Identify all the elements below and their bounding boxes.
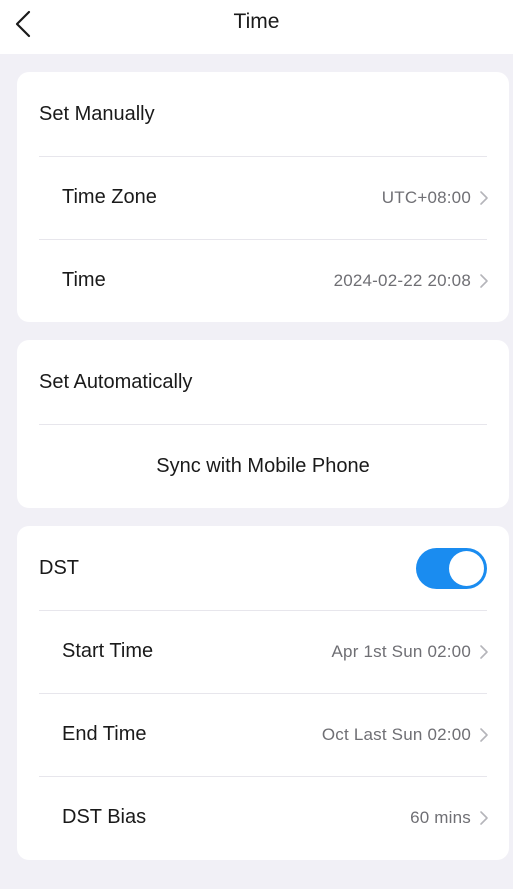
toggle-knob [449,551,484,586]
end-time-label: End Time [62,723,147,745]
page-title: Time [233,10,280,33]
time-zone-row[interactable]: Time Zone UTC+08:00 [17,156,509,239]
time-label: Time [62,269,106,291]
start-time-value: Apr 1st Sun 02:00 [331,641,471,661]
end-time-row[interactable]: End Time Oct Last Sun 02:00 [17,693,509,776]
dst-bias-value: 60 mins [410,807,471,827]
chevron-right-icon [479,644,489,660]
dst-header: DST [17,526,509,610]
chevron-right-icon [479,810,489,826]
time-row[interactable]: Time 2024-02-22 20:08 [17,239,509,322]
divider [39,424,487,425]
chevron-right-icon [479,190,489,206]
sync-with-mobile-phone-button[interactable]: Sync with Mobile Phone [17,424,509,508]
time-zone-value: UTC+08:00 [381,187,471,207]
set-manually-card: Set Manually Time Zone UTC+08:00 Time 20… [17,72,509,322]
dst-bias-label: DST Bias [62,806,147,828]
dst-card: DST Start Time Apr 1st Sun 02:00 End Tim… [17,526,509,860]
time-value: 2024-02-22 20:08 [333,270,471,290]
set-automatically-card: Set Automatically Sync with Mobile Phone [17,340,509,508]
start-time-label: Start Time [62,640,154,662]
time-zone-label: Time Zone [62,186,157,208]
chevron-right-icon [479,273,489,289]
set-automatically-header: Set Automatically [39,370,193,393]
set-manually-header: Set Manually [39,102,155,125]
chevron-right-icon [479,727,489,743]
dst-toggle[interactable] [416,548,487,589]
start-time-row[interactable]: Start Time Apr 1st Sun 02:00 [17,610,509,693]
dst-bias-row[interactable]: DST Bias 60 mins [17,776,509,859]
dst-label: DST [39,556,79,579]
top-bar: Time [0,0,513,54]
end-time-value: Oct Last Sun 02:00 [321,724,471,744]
